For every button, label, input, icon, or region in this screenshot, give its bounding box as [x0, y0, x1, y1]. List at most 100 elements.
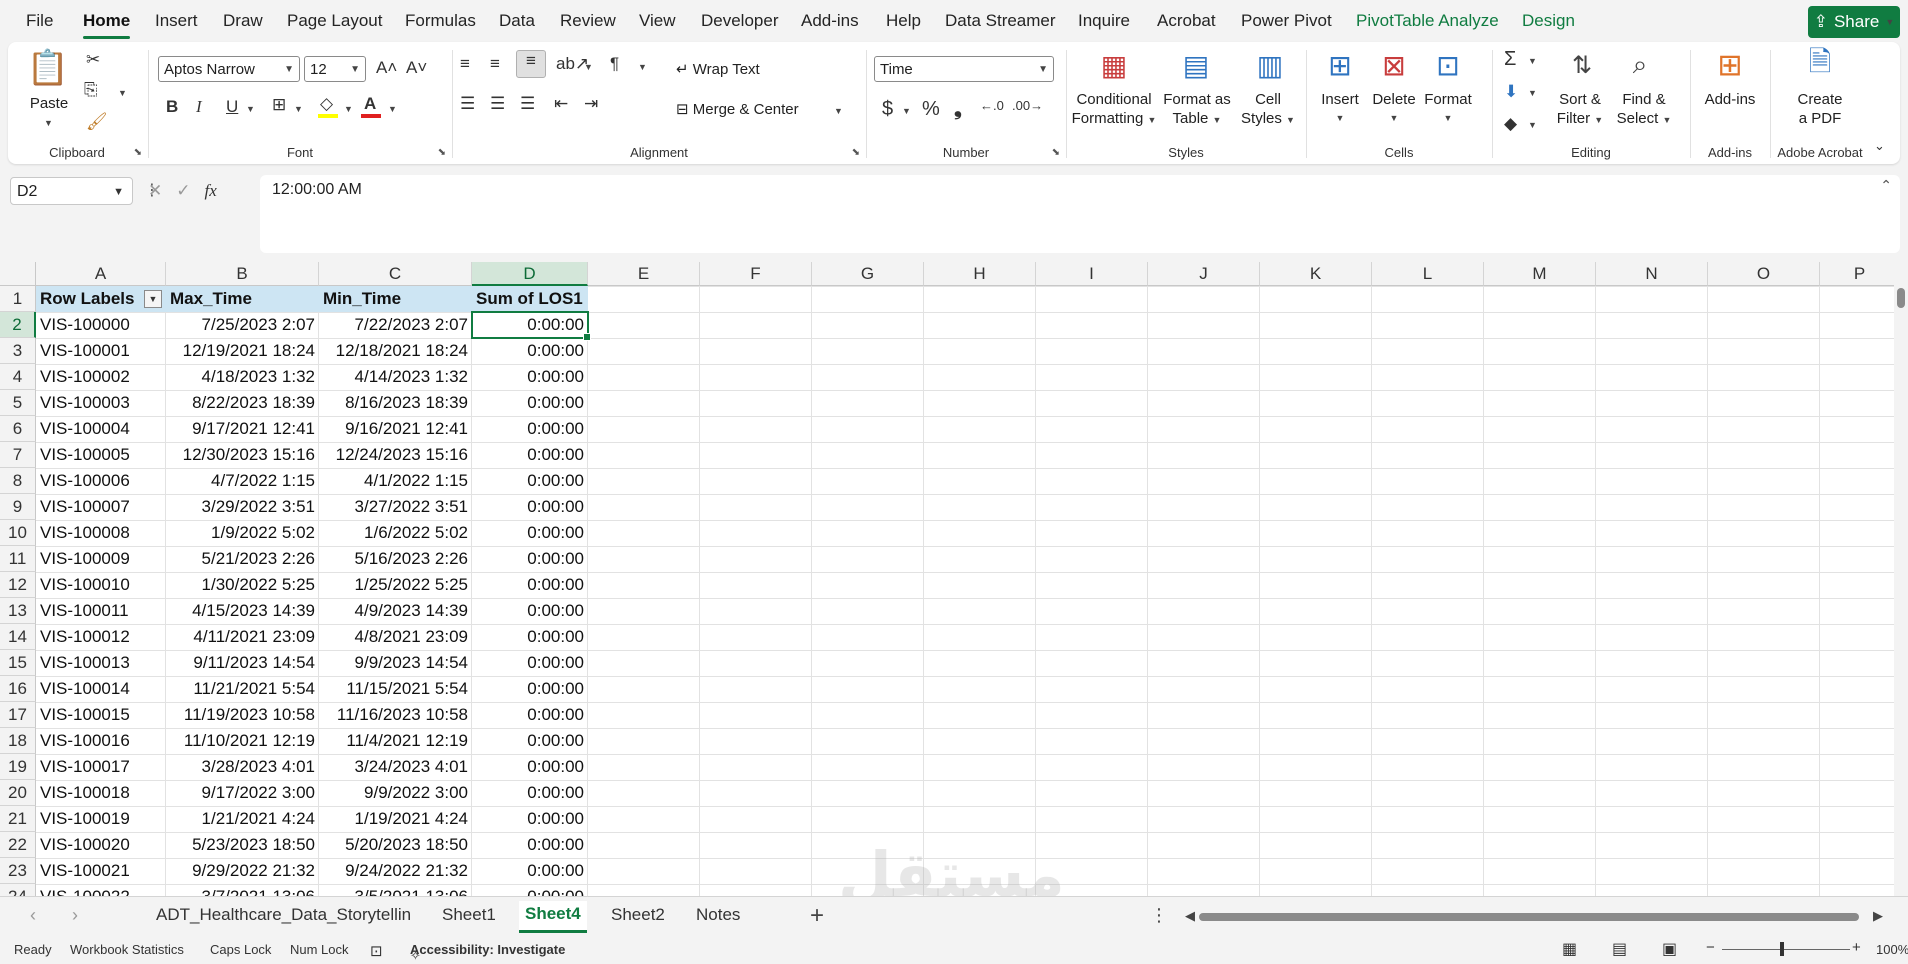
value-cell[interactable]: 3/29/2022 3:51	[166, 494, 319, 520]
row-header[interactable]: 16	[0, 676, 36, 702]
value-cell[interactable]: 0:00:00	[472, 416, 588, 442]
merge-center-button[interactable]: ⊟ Merge & Center	[676, 100, 799, 119]
sheet-tab[interactable]: Sheet1	[442, 905, 496, 925]
value-cell[interactable]: 0:00:00	[472, 520, 588, 546]
row-label-cell[interactable]: VIS-100005	[36, 442, 166, 468]
row-label-cell[interactable]: VIS-100018	[36, 780, 166, 806]
scroll-right-icon[interactable]: ▶	[1873, 908, 1883, 924]
tab-review[interactable]: Review	[560, 11, 616, 31]
share-button[interactable]: ⇪ Share ▼	[1808, 6, 1900, 38]
sheet-options-icon[interactable]: ⋮	[1150, 905, 1168, 926]
column-header-j[interactable]: J	[1148, 262, 1260, 286]
value-cell[interactable]: 0:00:00	[472, 468, 588, 494]
tab-data[interactable]: Data	[499, 11, 535, 31]
row-label-cell[interactable]: VIS-100011	[36, 598, 166, 624]
tab-home[interactable]: Home	[83, 11, 131, 39]
row-label-cell[interactable]: VIS-100017	[36, 754, 166, 780]
row-label-cell[interactable]: VIS-100003	[36, 390, 166, 416]
orientation-chevron-icon[interactable]: ▼	[584, 62, 593, 72]
value-cell[interactable]: 0:00:00	[472, 624, 588, 650]
clipboard-launcher-icon[interactable]: ⬊	[134, 147, 142, 158]
find-select-icon[interactable]: ⌕	[1620, 48, 1660, 82]
value-cell[interactable]: 0:00:00	[472, 702, 588, 728]
value-cell[interactable]: 7/25/2023 2:07	[166, 312, 319, 338]
value-cell[interactable]: 0:00:00	[472, 728, 588, 754]
conditional-formatting-icon[interactable]: ▦	[1096, 48, 1132, 82]
row-label-cell[interactable]: VIS-100021	[36, 858, 166, 884]
value-cell[interactable]: 4/7/2022 1:15	[166, 468, 319, 494]
align-left-icon[interactable]: ☰	[460, 94, 475, 114]
column-header-d[interactable]: D	[472, 262, 588, 286]
row-header[interactable]: 14	[0, 624, 36, 650]
fill-color-icon[interactable]: ◇	[318, 94, 338, 118]
tab-page-layout[interactable]: Page Layout	[287, 11, 382, 31]
percent-icon[interactable]: %	[922, 98, 940, 121]
clear-icon[interactable]: ◆	[1504, 114, 1517, 134]
value-cell[interactable]: 1/21/2021 4:24	[166, 806, 319, 832]
value-cell[interactable]: 0:00:00	[472, 312, 588, 338]
value-cell[interactable]: 0:00:00	[472, 494, 588, 520]
workbook-statistics[interactable]: Workbook Statistics	[70, 942, 184, 957]
value-cell[interactable]: 0:00:00	[472, 442, 588, 468]
fill-icon[interactable]: ⬇	[1504, 82, 1518, 102]
underline-chevron-icon[interactable]: ▼	[246, 104, 255, 114]
value-cell[interactable]: 9/9/2022 3:00	[319, 780, 472, 806]
value-cell[interactable]: 5/23/2023 18:50	[166, 832, 319, 858]
conditional-formatting-button[interactable]: Conditional Formatting ▼	[1068, 90, 1160, 130]
row-label-cell[interactable]: VIS-100004	[36, 416, 166, 442]
row-header[interactable]: 21	[0, 806, 36, 832]
zoom-in-icon[interactable]: +	[1852, 939, 1861, 956]
row-label-cell[interactable]: VIS-100012	[36, 624, 166, 650]
cell-styles-icon[interactable]: ▥	[1252, 48, 1288, 82]
merge-chevron-icon[interactable]: ▼	[834, 106, 843, 116]
font-name-combo[interactable]: Aptos Narrow ▼	[158, 56, 300, 82]
copy-icon[interactable]: ⎘	[84, 80, 98, 100]
value-cell[interactable]: 8/22/2023 18:39	[166, 390, 319, 416]
create-pdf-button[interactable]: Create a PDF	[1780, 90, 1860, 128]
value-cell[interactable]: 9/29/2022 21:32	[166, 858, 319, 884]
autosum-icon[interactable]: Σ	[1504, 48, 1516, 71]
decrease-decimal-icon[interactable]: .00→	[1012, 98, 1043, 113]
sort-filter-icon[interactable]: ⇅	[1562, 48, 1602, 82]
create-pdf-icon[interactable]: 🗎	[1802, 46, 1838, 82]
insert-cells-icon[interactable]: ⊞	[1320, 48, 1360, 82]
value-cell[interactable]: 12/19/2021 18:24	[166, 338, 319, 364]
value-cell[interactable]: 9/24/2022 21:32	[319, 858, 472, 884]
column-header-a[interactable]: A	[36, 262, 166, 286]
column-header-i[interactable]: I	[1036, 262, 1148, 286]
increase-decimal-icon[interactable]: ←.0	[980, 98, 1004, 113]
value-cell[interactable]: 5/16/2023 2:26	[319, 546, 472, 572]
row-header[interactable]: 3	[0, 338, 36, 364]
tab-developer[interactable]: Developer	[701, 11, 779, 31]
tab-file[interactable]: File	[26, 11, 53, 31]
tab-pivottable-analyze[interactable]: PivotTable Analyze	[1356, 11, 1499, 31]
align-right-icon[interactable]: ☰	[520, 94, 535, 114]
tab-design[interactable]: Design	[1522, 11, 1575, 31]
addins-icon[interactable]: ⊞	[1712, 48, 1748, 82]
macro-record-icon[interactable]: ⊡	[370, 942, 383, 960]
increase-font-icon[interactable]: A˄	[376, 58, 397, 78]
row-label-cell[interactable]: VIS-100010	[36, 572, 166, 598]
value-cell[interactable]: 4/15/2023 14:39	[166, 598, 319, 624]
paste-button[interactable]: Paste	[28, 94, 70, 113]
value-cell[interactable]: 9/16/2021 12:41	[319, 416, 472, 442]
value-cell[interactable]: 0:00:00	[472, 832, 588, 858]
row-header[interactable]: 11	[0, 546, 36, 572]
tab-addins[interactable]: Add-ins	[801, 11, 859, 31]
value-cell[interactable]: 0:00:00	[472, 546, 588, 572]
align-middle-icon[interactable]: ≡	[490, 54, 500, 74]
pivot-header-cell[interactable]: Max_Time	[166, 286, 319, 312]
row-label-cell[interactable]: VIS-100001	[36, 338, 166, 364]
scroll-thumb[interactable]	[1897, 288, 1905, 308]
cut-icon[interactable]: ✂	[86, 50, 100, 70]
value-cell[interactable]: 11/21/2021 5:54	[166, 676, 319, 702]
hscroll-thumb[interactable]	[1199, 913, 1859, 921]
value-cell[interactable]: 0:00:00	[472, 754, 588, 780]
row-header[interactable]: 17	[0, 702, 36, 728]
row-label-cell[interactable]: VIS-100015	[36, 702, 166, 728]
formula-input[interactable]: 12:00:00 AM ⌃	[260, 175, 1900, 253]
row-header[interactable]: 10	[0, 520, 36, 546]
value-cell[interactable]: 4/18/2023 1:32	[166, 364, 319, 390]
font-color-chevron-icon[interactable]: ▼	[388, 104, 397, 114]
number-launcher-icon[interactable]: ⬊	[1052, 147, 1060, 158]
